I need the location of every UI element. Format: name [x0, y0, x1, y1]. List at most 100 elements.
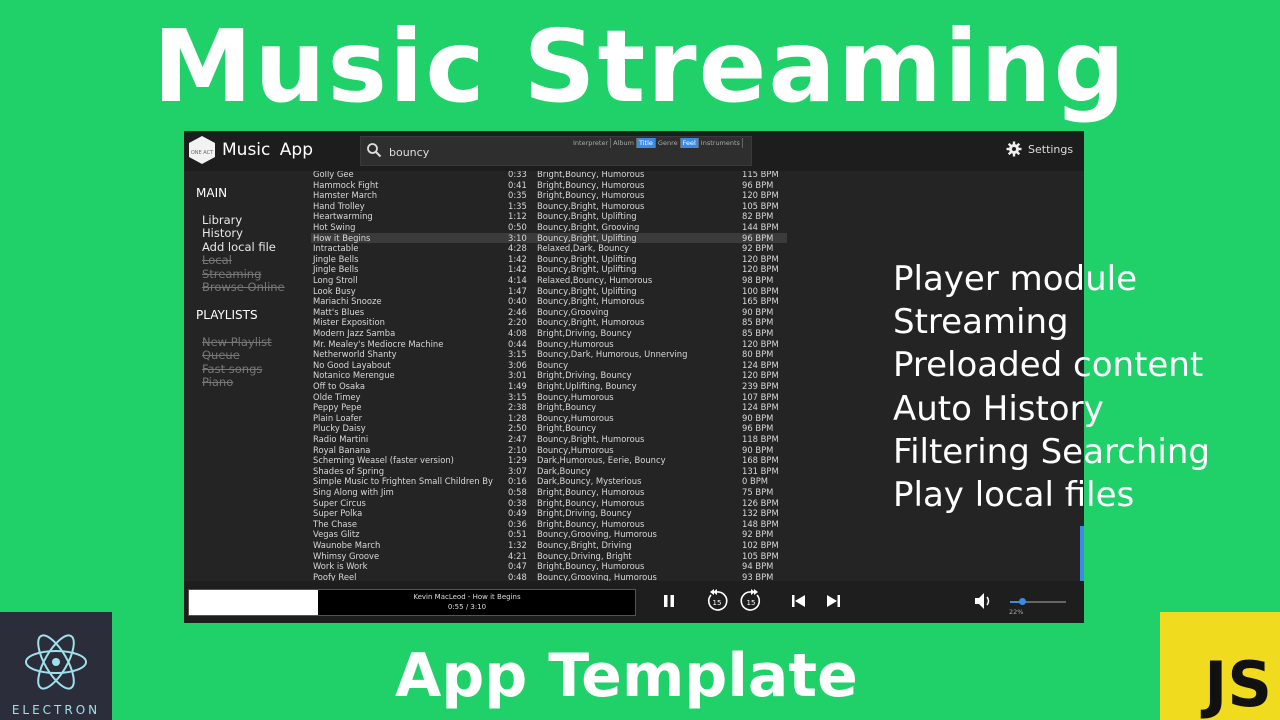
track-feel: Dark,Humorous, Eerie, Bouncy	[537, 455, 666, 466]
track-bpm: 82 BPM	[742, 211, 774, 222]
track-duration: 0:47	[508, 561, 527, 572]
search-box[interactable]: InterpreterAlbumTitleGenreFeelInstrument…	[360, 136, 752, 166]
track-row[interactable]: Plucky Daisy 2:50 Bright,Bouncy 96 BPM	[311, 423, 787, 434]
track-row[interactable]: Hand Trolley 1:35 Bouncy,Bright, Humorous 1…	[311, 201, 787, 212]
sidebar-item-library[interactable]: Library	[202, 214, 242, 227]
sidebar-item-streaming[interactable]: Streaming	[202, 267, 261, 281]
track-row[interactable]: Plain Loafer 1:28 Bouncy,Humorous 90 BPM	[311, 413, 787, 424]
track-title: The Chase	[313, 518, 358, 529]
track-row[interactable]: Poofy Reel 0:48 Bouncy,Grooving, Humorous 9…	[311, 572, 787, 581]
track-bpm: 0 BPM	[742, 476, 769, 487]
track-row[interactable]: Shades of Spring 3:07 Dark,Bouncy 131 BPM	[311, 466, 787, 477]
speaker-icon[interactable]	[973, 591, 993, 611]
track-row[interactable]: Jingle Bells 1:42 Bouncy,Bright, Uplifting…	[311, 264, 787, 275]
track-bpm: 168 BPM	[742, 455, 779, 466]
gear-icon[interactable]	[1006, 141, 1022, 157]
sidebar-heading-main: MAIN	[196, 186, 228, 200]
track-feel: Relaxed,Dark, Bouncy	[537, 243, 630, 254]
track-duration: 3:07	[508, 465, 527, 476]
search-icon[interactable]	[366, 142, 382, 158]
playlist-item-fast-songs[interactable]: Fast songs	[202, 362, 262, 376]
track-row[interactable]: Netherworld Shanty 3:15 Bouncy,Dark, Humor…	[311, 349, 787, 360]
track-row[interactable]: Radio Martini 2:47 Bouncy,Bright, Humorous…	[311, 434, 787, 445]
track-title: Poofy Reel	[313, 571, 357, 581]
track-row[interactable]: Modern Jazz Samba 4:08 Bright,Driving, Bou…	[311, 328, 787, 339]
track-title: Mr. Mealey's Mediocre Machine	[313, 338, 444, 349]
sidebar-item-local[interactable]: Local	[202, 254, 232, 267]
track-row[interactable]: Heartwarming 1:12 Bouncy,Bright, Uplifting…	[311, 211, 787, 222]
filter-instruments[interactable]: Instruments	[699, 138, 743, 148]
track-row[interactable]: Hammock Fight 0:41 Bright,Bouncy, Humorous…	[311, 180, 787, 191]
filter-title[interactable]: Title	[636, 138, 656, 148]
next-track-icon[interactable]	[824, 592, 842, 610]
track-row[interactable]: Notanico Merengue 3:01 Bright,Driving, Bou…	[311, 370, 787, 381]
track-row[interactable]: Matt's Blues 2:46 Bouncy,Grooving 90 BPM	[311, 307, 787, 318]
settings-button[interactable]: Settings	[1006, 141, 1073, 157]
track-row[interactable]: The Chase 0:36 Bright,Bouncy, Humorous 148 …	[311, 519, 787, 530]
track-duration: 0:16	[508, 476, 527, 487]
track-row[interactable]: Mr. Mealey's Mediocre Machine 0:44 Bouncy,…	[311, 339, 787, 350]
rewind-15-icon[interactable]: 15	[705, 589, 729, 613]
track-bpm: 120 BPM	[742, 190, 779, 201]
track-row[interactable]: Scheming Weasel (faster version) 1:29 Dark…	[311, 455, 787, 466]
track-row[interactable]: Look Busy 1:47 Bouncy,Bright, Uplifting 100…	[311, 286, 787, 297]
track-row[interactable]: Peppy Pepe 2:38 Bright,Bouncy 124 BPM	[311, 402, 787, 413]
pause-icon[interactable]	[662, 591, 676, 611]
filter-interpreter[interactable]: Interpreter	[571, 138, 612, 148]
track-title: Notanico Merengue	[313, 370, 395, 381]
playlist-item-piano[interactable]: Piano	[202, 376, 233, 389]
playlist-item-queue[interactable]: Queue	[202, 349, 240, 362]
track-duration: 4:28	[508, 243, 527, 254]
volume-slider[interactable]	[1010, 598, 1066, 605]
track-row[interactable]: Vegas Glitz 0:51 Bouncy,Grooving, Humorous…	[311, 529, 787, 540]
track-duration: 2:20	[508, 317, 527, 328]
track-feel: Bouncy,Bright, Driving	[537, 540, 632, 550]
search-input[interactable]	[389, 142, 569, 162]
track-row[interactable]: Jingle Bells 1:42 Bouncy,Bright, Uplifting…	[311, 254, 787, 265]
scrollbar[interactable]	[1080, 526, 1084, 581]
track-duration: 1:42	[508, 264, 527, 275]
sidebar-item-browse-online[interactable]: Browse Online	[202, 281, 285, 294]
track-bpm: 80 BPM	[742, 349, 774, 360]
track-row[interactable]: Work is Work 0:47 Bright,Bouncy, Humorous 9…	[311, 561, 787, 572]
track-row[interactable]: Long Stroll 4:14 Relaxed,Bouncy, Humorous 9…	[311, 275, 787, 286]
track-row[interactable]: Hamster March 0:35 Bright,Bouncy, Humorous…	[311, 190, 787, 201]
filter-album[interactable]: Album	[611, 138, 637, 148]
track-bpm: 90 BPM	[742, 444, 774, 455]
track-row[interactable]: Super Circus 0:38 Bright,Bouncy, Humorous 1…	[311, 498, 787, 509]
forward-15-icon[interactable]: 15	[739, 589, 763, 613]
track-bpm: 96 BPM	[742, 423, 774, 434]
track-feel: Bouncy,Bright, Uplifting	[537, 253, 637, 264]
track-duration: 0:51	[508, 529, 527, 540]
track-row[interactable]: Intractable 4:28 Relaxed,Dark, Bouncy 92 BP…	[311, 243, 787, 254]
track-row[interactable]: Hot Swing 0:50 Bouncy,Bright, Grooving 144 …	[311, 222, 787, 233]
sidebar-item-history[interactable]: History	[202, 227, 243, 240]
track-feel: Bouncy,Grooving	[537, 306, 609, 317]
track-duration: 0:35	[508, 190, 527, 201]
track-row[interactable]: Whimsy Groove 4:21 Bouncy,Driving, Bright 1…	[311, 551, 787, 562]
track-feel: Bright,Bouncy, Humorous	[537, 179, 645, 190]
rewind-seconds: 15	[713, 599, 722, 607]
filter-genre[interactable]: Genre	[656, 138, 681, 148]
track-row[interactable]: Off to Osaka 1:49 Bright,Uplifting, Bouncy…	[311, 381, 787, 392]
track-row[interactable]: No Good Layabout 3:06 Bouncy 124 BPM	[311, 360, 787, 371]
track-row[interactable]: Golly Gee 0:33 Bright,Bouncy, Humorous 115 …	[311, 171, 787, 180]
track-row[interactable]: Simple Music to Frighten Small Children …	[311, 476, 787, 487]
volume-knob[interactable]	[1018, 598, 1026, 605]
previous-track-icon[interactable]	[790, 592, 808, 610]
track-row[interactable]: Royal Banana 2:10 Bouncy,Humorous 90 BPM	[311, 445, 787, 456]
track-bpm: 124 BPM	[742, 359, 779, 370]
track-row[interactable]: Waunobe March 1:32 Bouncy,Bright, Driving 1…	[311, 540, 787, 551]
filter-feel[interactable]: Feel	[680, 138, 699, 148]
track-row[interactable]: How it Begins 3:10 Bouncy,Bright, Upliftin…	[311, 232, 787, 244]
track-row[interactable]: Olde Timey 3:15 Bouncy,Humorous 107 BPM	[311, 392, 787, 403]
track-row[interactable]: Super Polka 0:49 Bright,Driving, Bouncy 132…	[311, 508, 787, 519]
progress-bar[interactable]: Kevin MacLeod - How it Begins 0:55 / 3:1…	[188, 589, 636, 616]
playlist-item-new-playlist[interactable]: New Playlist	[202, 336, 272, 349]
track-row[interactable]: Mariachi Snooze 0:40 Bouncy,Bright, Humoro…	[311, 296, 787, 307]
track-row[interactable]: Mister Exposition 2:20 Bouncy,Bright, Humo…	[311, 317, 787, 328]
sidebar-item-add-local-file[interactable]: Add local file	[202, 240, 276, 254]
track-bpm: 132 BPM	[742, 508, 779, 519]
track-row[interactable]: Sing Along with Jim 0:58 Bright,Bouncy, Hu…	[311, 487, 787, 498]
track-bpm: 85 BPM	[742, 328, 774, 338]
